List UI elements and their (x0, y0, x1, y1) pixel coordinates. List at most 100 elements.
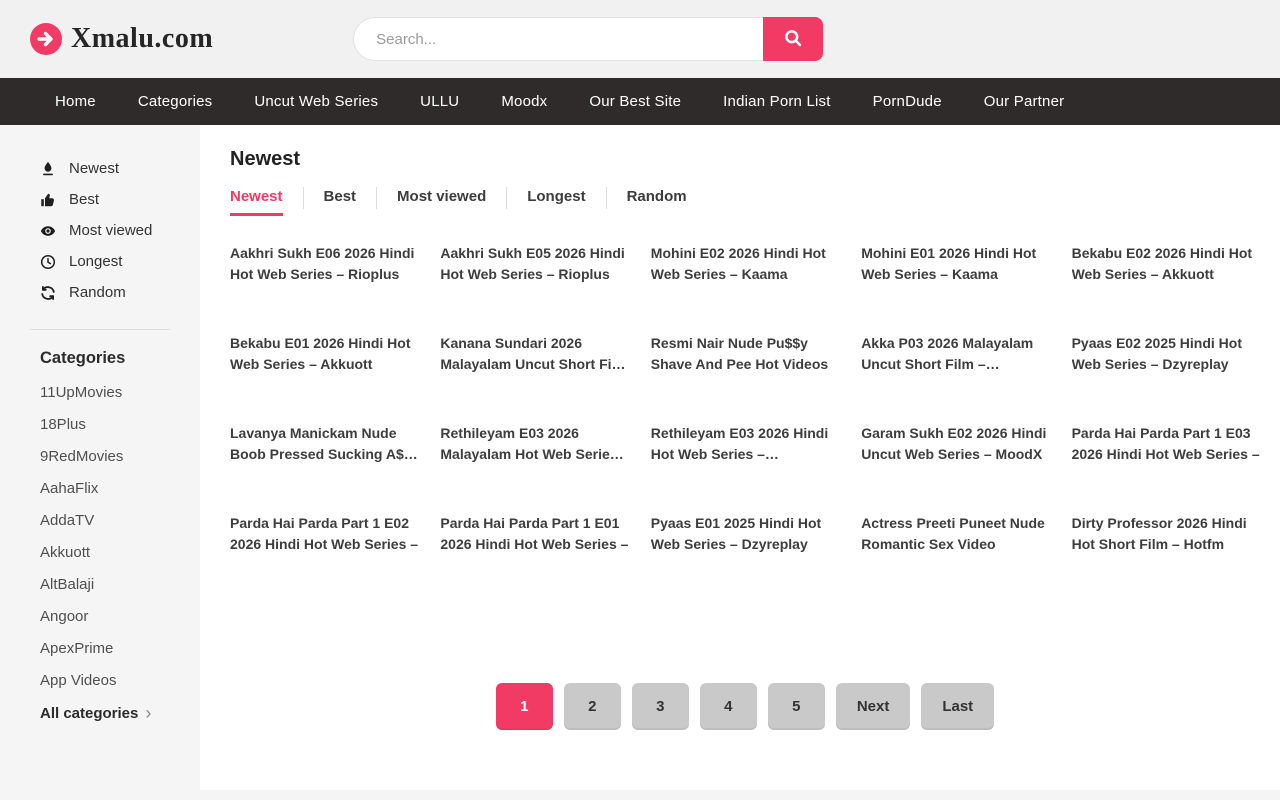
nav-link[interactable]: Our Best Site (568, 78, 702, 125)
categories-title: Categories (40, 349, 200, 368)
video-title-link[interactable]: Akka P03 2026 Malayalam Uncut Short Film… (861, 333, 1049, 375)
category-item[interactable]: 18Plus (0, 408, 200, 440)
category-item[interactable]: ApexPrime (0, 632, 200, 664)
nav-item: Our Best Site (568, 78, 702, 125)
video-cell: Garam Sukh E02 2026 Hindi Uncut Web Seri… (861, 423, 1049, 513)
logo[interactable]: Xmalu.com (30, 23, 213, 55)
sort-item-label: Random (69, 284, 126, 301)
page-button-last[interactable]: Last (921, 683, 994, 730)
page-button-1[interactable]: 1 (496, 683, 553, 730)
pen-nib-icon (40, 161, 56, 177)
clock-icon (40, 254, 56, 270)
sort-item[interactable]: Random (0, 277, 200, 308)
eye-icon (40, 223, 56, 239)
sort-tabs: NewestBestMost viewedLongestRandom (230, 187, 1260, 217)
search-button[interactable] (763, 17, 823, 61)
page-button-5[interactable]: 5 (768, 683, 825, 730)
main-nav: HomeCategoriesUncut Web SeriesULLUMoodxO… (0, 78, 1280, 125)
nav-item: Uncut Web Series (233, 78, 399, 125)
site-header: Xmalu.com (0, 0, 1280, 78)
video-cell: Parda Hai Parda Part 1 E01 2026 Hindi Ho… (440, 513, 628, 603)
video-title-link[interactable]: Actress Preeti Puneet Nude Romantic Sex … (861, 513, 1049, 555)
video-cell: Lavanya Manickam Nude Boob Pressed Sucki… (230, 423, 418, 513)
tab-newest[interactable]: Newest (230, 188, 303, 216)
pagination: 12345NextLast (230, 683, 1260, 730)
category-item[interactable]: AltBalaji (0, 568, 200, 600)
category-item[interactable]: AddaTV (0, 504, 200, 536)
video-cell: Rethileyam E03 2026 Hindi Hot Web Series… (651, 423, 839, 513)
sort-item[interactable]: Longest (0, 246, 200, 277)
video-cell: Rethileyam E03 2026 Malayalam Hot Web Se… (440, 423, 628, 513)
refresh-icon (40, 285, 56, 301)
video-title-link[interactable]: Dirty Professor 2026 Hindi Hot Short Fil… (1072, 513, 1260, 555)
category-item[interactable]: 9RedMovies (0, 440, 200, 472)
video-title-link[interactable]: Pyaas E01 2025 Hindi Hot Web Series – Dz… (651, 513, 839, 555)
nav-item: PornDude (852, 78, 963, 125)
nav-link[interactable]: Moodx (480, 78, 568, 125)
nav-item: Home (34, 78, 117, 125)
nav-item: Indian Porn List (702, 78, 851, 125)
video-cell: Mohini E01 2026 Hindi Hot Web Series – K… (861, 243, 1049, 333)
sort-item[interactable]: Best (0, 184, 200, 215)
page-button-2[interactable]: 2 (564, 683, 621, 730)
page: Xmalu.com HomeCategoriesUncut Web Series… (0, 0, 1280, 800)
chevron-right-icon: › (145, 704, 151, 722)
nav-link[interactable]: Home (34, 78, 117, 125)
category-item[interactable]: Angoor (0, 600, 200, 632)
video-cell: Actress Preeti Puneet Nude Romantic Sex … (861, 513, 1049, 603)
tab-most-viewed[interactable]: Most viewed (377, 188, 506, 216)
category-item[interactable]: App Videos (0, 664, 200, 696)
page-button-3[interactable]: 3 (632, 683, 689, 730)
video-cell: Pyaas E01 2025 Hindi Hot Web Series – Dz… (651, 513, 839, 603)
video-title-link[interactable]: Mohini E01 2026 Hindi Hot Web Series – K… (861, 243, 1049, 285)
thumbs-up-icon (40, 192, 56, 208)
video-cell: Mohini E02 2026 Hindi Hot Web Series – K… (651, 243, 839, 333)
nav-link[interactable]: Categories (117, 78, 234, 125)
nav-link[interactable]: Our Partner (963, 78, 1086, 125)
video-cell: Resmi Nair Nude Pu$$y Shave And Pee Hot … (651, 333, 839, 423)
category-item[interactable]: 11UpMovies (0, 376, 200, 408)
video-title-link[interactable]: Pyaas E02 2025 Hindi Hot Web Series – Dz… (1072, 333, 1260, 375)
video-cell: Parda Hai Parda Part 1 E03 2026 Hindi Ho… (1072, 423, 1260, 513)
video-cell: Parda Hai Parda Part 1 E02 2026 Hindi Ho… (230, 513, 418, 603)
video-title-link[interactable]: Aakhri Sukh E06 2026 Hindi Hot Web Serie… (230, 243, 418, 285)
nav-link[interactable]: Indian Porn List (702, 78, 851, 125)
nav-link[interactable]: ULLU (399, 78, 480, 125)
video-title-link[interactable]: Parda Hai Parda Part 1 E01 2026 Hindi Ho… (440, 513, 628, 555)
nav-item: Categories (117, 78, 234, 125)
video-title-link[interactable]: Garam Sukh E02 2026 Hindi Uncut Web Seri… (861, 423, 1049, 465)
video-grid: Aakhri Sukh E06 2026 Hindi Hot Web Serie… (230, 243, 1260, 603)
page-button-next[interactable]: Next (836, 683, 911, 730)
sort-item[interactable]: Most viewed (0, 215, 200, 246)
all-categories-link[interactable]: All categories › (0, 696, 200, 730)
video-title-link[interactable]: Parda Hai Parda Part 1 E02 2026 Hindi Ho… (230, 513, 418, 555)
video-title-link[interactable]: Resmi Nair Nude Pu$$y Shave And Pee Hot … (651, 333, 839, 375)
category-item[interactable]: Akkuott (0, 536, 200, 568)
video-title-link[interactable]: Rethileyam E03 2026 Hindi Hot Web Series… (651, 423, 839, 465)
video-title-link[interactable]: Mohini E02 2026 Hindi Hot Web Series – K… (651, 243, 839, 285)
video-title-link[interactable]: Lavanya Manickam Nude Boob Pressed Sucki… (230, 423, 418, 465)
tab-longest[interactable]: Longest (507, 188, 605, 216)
page-button-4[interactable]: 4 (700, 683, 757, 730)
tab-best[interactable]: Best (304, 188, 377, 216)
sort-item-label: Best (69, 191, 99, 208)
video-cell: Bekabu E02 2026 Hindi Hot Web Series – A… (1072, 243, 1260, 333)
video-cell: Aakhri Sukh E06 2026 Hindi Hot Web Serie… (230, 243, 418, 333)
sort-item-label: Longest (69, 253, 122, 270)
sort-item-label: Newest (69, 160, 119, 177)
sidebar: Newest Best Most viewed Longest Random Categ… (0, 125, 200, 790)
video-title-link[interactable]: Bekabu E02 2026 Hindi Hot Web Series – A… (1072, 243, 1260, 285)
video-title-link[interactable]: Parda Hai Parda Part 1 E03 2026 Hindi Ho… (1072, 423, 1260, 465)
page-title: Newest (230, 148, 1260, 171)
video-cell: Dirty Professor 2026 Hindi Hot Short Fil… (1072, 513, 1260, 603)
video-title-link[interactable]: Bekabu E01 2026 Hindi Hot Web Series – A… (230, 333, 418, 375)
sort-item[interactable]: Newest (0, 153, 200, 184)
search-input[interactable] (353, 17, 763, 61)
category-item[interactable]: AahaFlix (0, 472, 200, 504)
video-title-link[interactable]: Aakhri Sukh E05 2026 Hindi Hot Web Serie… (440, 243, 628, 285)
video-title-link[interactable]: Kanana Sundari 2026 Malayalam Uncut Shor… (440, 333, 628, 375)
video-title-link[interactable]: Rethileyam E03 2026 Malayalam Hot Web Se… (440, 423, 628, 465)
nav-link[interactable]: PornDude (852, 78, 963, 125)
nav-link[interactable]: Uncut Web Series (233, 78, 399, 125)
tab-random[interactable]: Random (607, 188, 707, 216)
